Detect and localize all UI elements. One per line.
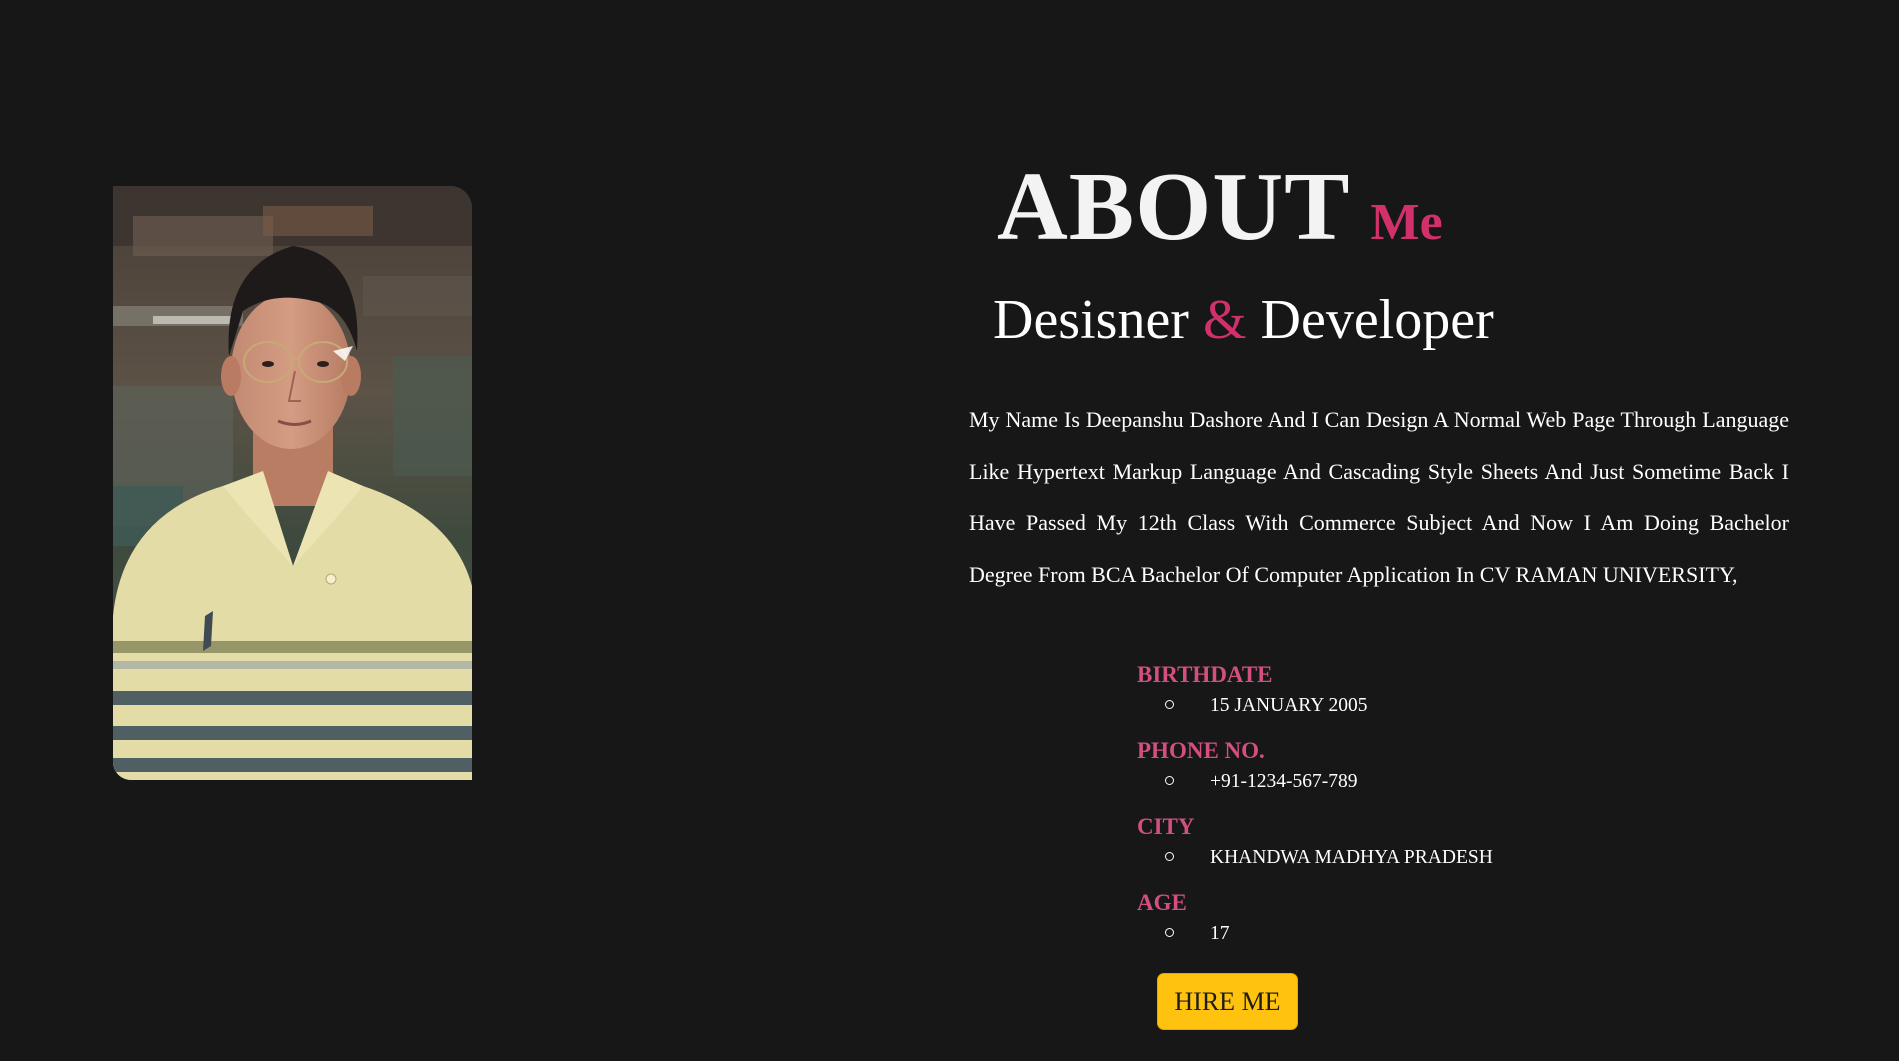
detail-city: CITY KHANDWA MADHYA PRADESH — [1137, 810, 1597, 886]
detail-age: AGE 17 — [1137, 886, 1597, 962]
detail-label: BIRTHDATE — [1137, 662, 1273, 687]
personal-details: BIRTHDATE 15 JANUARY 2005 PHONE NO. +91-… — [1137, 658, 1597, 962]
subtitle-part-2: Developer — [1260, 289, 1494, 351]
role-subtitle: Desisner & Developer — [993, 292, 1494, 348]
bio-paragraph: My Name Is Deepanshu Dashore And I Can D… — [969, 407, 1789, 587]
about-title-accent: Me — [1370, 194, 1443, 251]
detail-label: PHONE NO. — [1137, 738, 1265, 763]
circle-bullet-icon — [1165, 928, 1174, 937]
detail-label: AGE — [1137, 890, 1187, 915]
circle-bullet-icon — [1165, 852, 1174, 861]
detail-value: KHANDWA MADHYA PRADESH — [1210, 847, 1493, 868]
detail-label: CITY — [1137, 814, 1195, 839]
detail-item: 17 — [1137, 920, 1597, 962]
detail-item: KHANDWA MADHYA PRADESH — [1137, 844, 1597, 886]
subtitle-part-1: Desisner — [993, 289, 1189, 351]
detail-item: 15 JANUARY 2005 — [1137, 692, 1597, 734]
detail-value: +91-1234-567-789 — [1210, 771, 1358, 792]
about-heading: ABOUT Me — [997, 158, 1443, 256]
circle-bullet-icon — [1165, 776, 1174, 785]
detail-item: +91-1234-567-789 — [1137, 768, 1597, 810]
subtitle-ampersand: & — [1202, 289, 1247, 351]
detail-value: 15 JANUARY 2005 — [1210, 695, 1368, 716]
detail-phone: PHONE NO. +91-1234-567-789 — [1137, 734, 1597, 810]
hire-me-button[interactable]: HIRE ME — [1157, 973, 1298, 1030]
profile-photo — [113, 186, 472, 780]
detail-value: 17 — [1210, 923, 1230, 944]
circle-bullet-icon — [1165, 700, 1174, 709]
detail-birthdate: BIRTHDATE 15 JANUARY 2005 — [1137, 658, 1597, 734]
about-title: ABOUT — [997, 153, 1351, 261]
